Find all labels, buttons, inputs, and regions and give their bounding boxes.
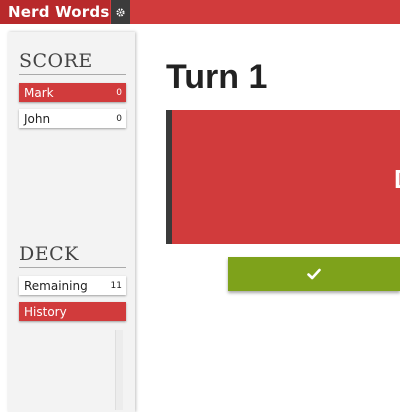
gear-icon xyxy=(116,7,125,17)
remaining-label: Remaining xyxy=(24,278,88,293)
deck-heading: DECK xyxy=(19,243,126,268)
player-name: Mark xyxy=(24,85,54,100)
word-card: D xyxy=(166,110,400,244)
player-row-mark[interactable]: Mark 0 xyxy=(19,83,126,102)
score-heading: SCORE xyxy=(19,50,126,75)
player-row-john[interactable]: John 0 xyxy=(19,109,126,128)
history-button[interactable]: History xyxy=(19,302,126,321)
remaining-count: 11 xyxy=(110,280,122,291)
settings-button[interactable] xyxy=(111,0,130,24)
top-bar: Nerd Words xyxy=(0,0,400,24)
player-score: 0 xyxy=(116,113,122,124)
current-word: D xyxy=(394,164,400,195)
turn-title: Turn 1 xyxy=(166,58,268,96)
correct-button[interactable] xyxy=(228,257,400,291)
deck-remaining-row[interactable]: Remaining 11 xyxy=(19,276,126,295)
history-scrollbar[interactable] xyxy=(115,330,123,410)
player-name: John xyxy=(24,111,51,126)
sidebar: SCORE Mark 0 John 0 DECK Remaining 11 Hi… xyxy=(8,32,135,412)
history-label: History xyxy=(24,304,67,319)
app-title[interactable]: Nerd Words xyxy=(0,0,110,24)
check-icon xyxy=(307,268,321,280)
player-score: 0 xyxy=(116,87,122,98)
